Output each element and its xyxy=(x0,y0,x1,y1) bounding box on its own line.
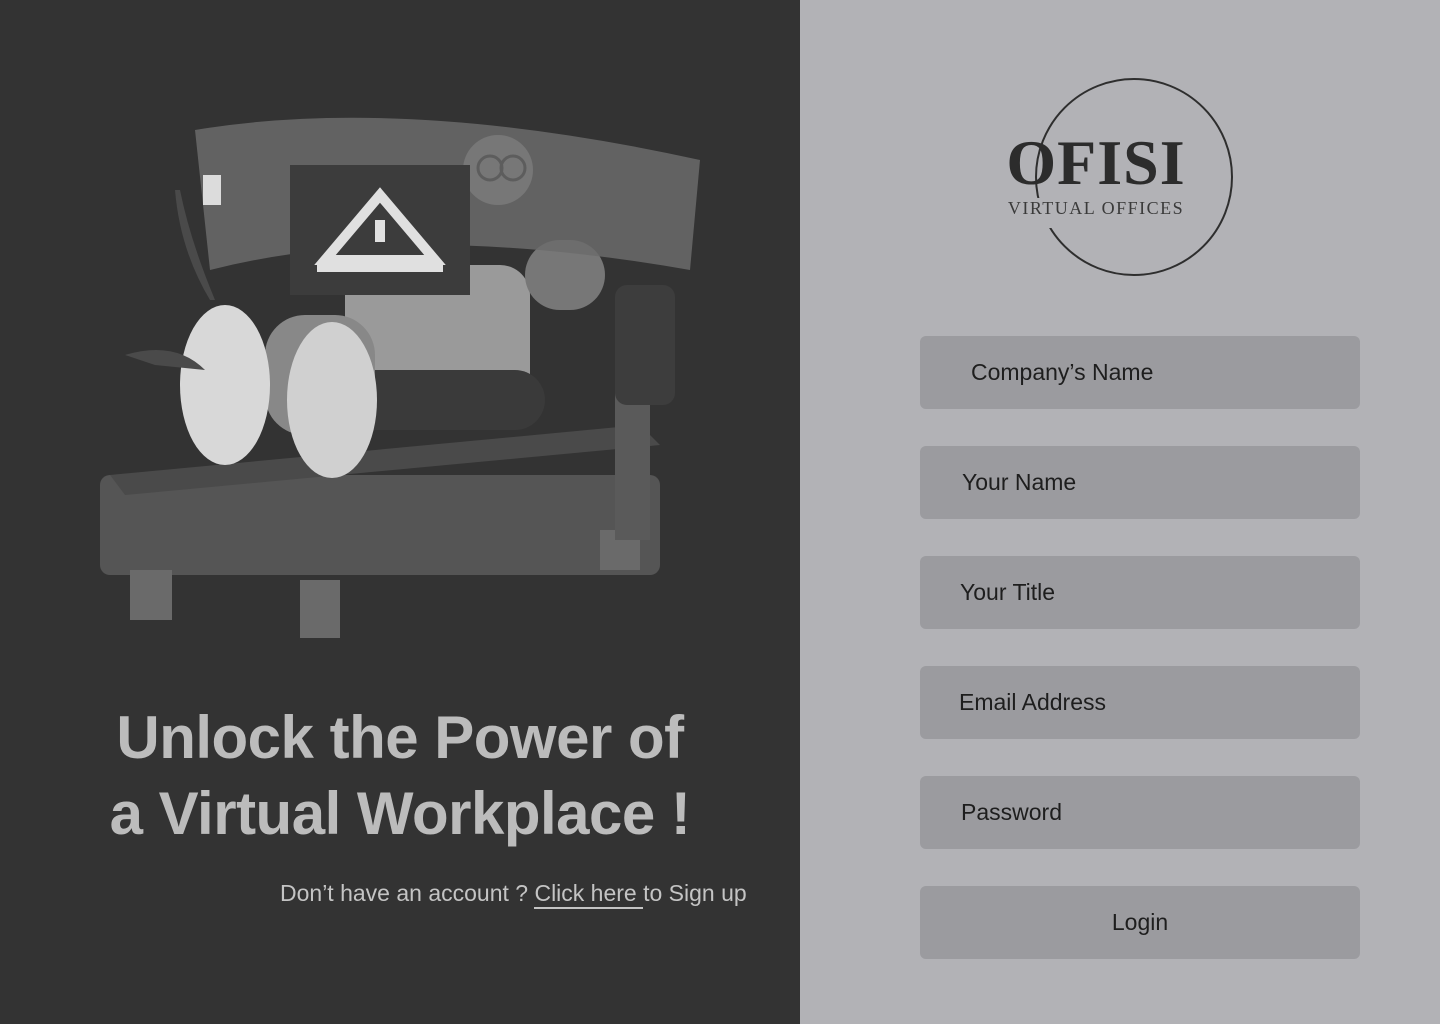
signup-suffix: to Sign up xyxy=(643,880,747,906)
logo-wordmark: OFISI xyxy=(1006,127,1186,198)
company-name-input[interactable] xyxy=(920,336,1360,409)
headline-line-1: Unlock the Power of xyxy=(116,704,684,771)
password-input[interactable] xyxy=(920,776,1360,849)
hero-headline: Unlock the Power of a Virtual Workplace … xyxy=(0,700,800,852)
ofisi-logo: OFISI VIRTUAL OFFICES xyxy=(995,78,1237,280)
signup-link[interactable]: Click here xyxy=(534,880,644,909)
headline-line-2: a Virtual Workplace ! xyxy=(109,780,691,847)
hero-panel: Unlock the Power of a Virtual Workplace … xyxy=(0,0,800,1024)
your-name-input[interactable] xyxy=(920,446,1360,519)
signup-prefix: Don’t have an account ? xyxy=(280,880,535,906)
login-button[interactable]: Login xyxy=(920,886,1360,959)
signup-prompt: Don’t have an account ? Click here to Si… xyxy=(280,880,747,909)
logo-tagline: VIRTUAL OFFICES xyxy=(1007,198,1185,218)
your-title-input[interactable] xyxy=(920,556,1360,629)
email-address-input[interactable] xyxy=(920,666,1360,739)
person-on-sofa-illustration xyxy=(100,117,700,638)
